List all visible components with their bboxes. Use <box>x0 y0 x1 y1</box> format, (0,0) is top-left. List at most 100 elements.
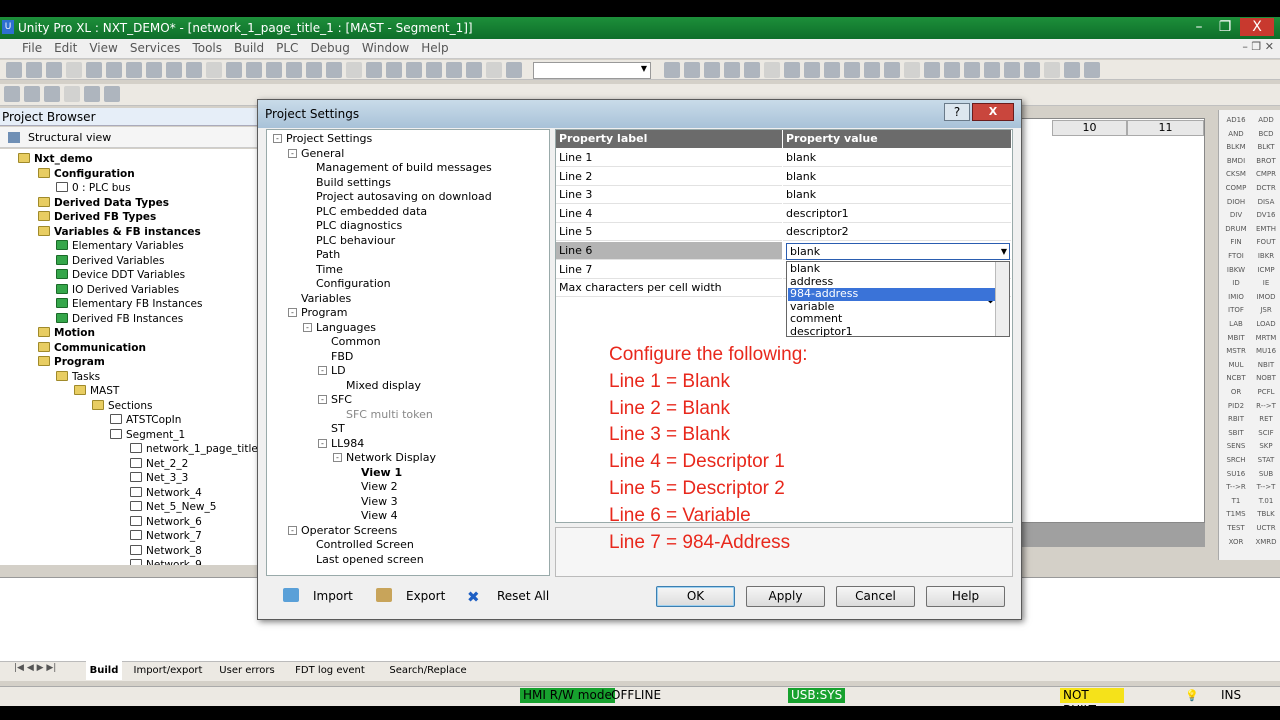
palette-instruction[interactable]: COMP <box>1221 184 1251 192</box>
collapse-toggle-icon[interactable]: - <box>273 134 282 143</box>
settings-tree-node[interactable]: SFC <box>331 393 352 407</box>
toolbar-button-icon[interactable] <box>664 62 680 78</box>
toolbar-button-icon[interactable] <box>64 86 80 102</box>
palette-instruction[interactable]: IE <box>1251 279 1280 287</box>
menu-item-window[interactable]: Window <box>356 39 415 57</box>
ok-button[interactable]: OK <box>656 586 735 607</box>
toolbar-button-icon[interactable] <box>84 86 100 102</box>
palette-instruction[interactable]: AND <box>1221 130 1251 138</box>
output-tab[interactable]: User errors <box>212 661 282 680</box>
palette-instruction[interactable]: SBIT <box>1221 429 1251 437</box>
settings-tree-node[interactable]: LD <box>331 364 346 378</box>
palette-instruction[interactable]: SRCH <box>1221 456 1251 464</box>
chevron-down-icon[interactable]: ▼ <box>1001 244 1007 259</box>
palette-instruction[interactable]: BLKT <box>1251 143 1280 151</box>
toolbar-button-icon[interactable] <box>66 62 82 78</box>
toolbar-button-icon[interactable] <box>104 86 120 102</box>
palette-instruction[interactable]: LAB <box>1221 320 1251 328</box>
palette-instruction[interactable]: IBKW <box>1221 266 1251 274</box>
settings-tree-node[interactable]: Controlled Screen <box>316 538 414 552</box>
minimize-button[interactable]: – <box>1188 18 1210 36</box>
palette-instruction[interactable]: DIOH <box>1221 198 1251 206</box>
property-value-cell[interactable]: blank <box>783 168 1011 186</box>
property-value-cell[interactable]: blank <box>783 149 1011 167</box>
settings-tree-node[interactable]: Variables <box>301 292 351 306</box>
palette-instruction[interactable]: CMPR <box>1251 170 1280 178</box>
palette-instruction[interactable]: FTOI <box>1221 252 1251 260</box>
palette-instruction[interactable]: XMRD <box>1251 538 1280 546</box>
toolbar-button-icon[interactable] <box>446 62 462 78</box>
close-window-button[interactable]: X <box>1240 18 1274 36</box>
palette-instruction[interactable]: EMTH <box>1251 225 1280 233</box>
palette-instruction[interactable]: IBKR <box>1251 252 1280 260</box>
collapse-toggle-icon[interactable]: - <box>333 453 342 462</box>
palette-instruction[interactable]: BROT <box>1251 157 1280 165</box>
mdi-controls[interactable]: – ❐ ✕ <box>1242 40 1274 53</box>
palette-instruction[interactable]: R-->T <box>1251 402 1280 410</box>
settings-tree-node[interactable]: View 4 <box>361 509 398 523</box>
toolbar-button-icon[interactable] <box>704 62 720 78</box>
tree-item[interactable]: Derived Data Types <box>38 196 169 210</box>
toolbar-button-icon[interactable] <box>106 62 122 78</box>
settings-tree-node[interactable]: Program <box>301 306 347 320</box>
line6-value-dropdown[interactable]: blank ▼ <box>786 243 1010 260</box>
menu-item-build[interactable]: Build <box>228 39 270 57</box>
property-value-cell[interactable]: blank <box>783 186 1011 205</box>
palette-instruction[interactable]: T1 <box>1221 497 1251 505</box>
menu-item-help[interactable]: Help <box>415 39 454 57</box>
collapse-toggle-icon[interactable]: - <box>318 395 327 404</box>
settings-tree-node[interactable]: PLC diagnostics <box>316 219 402 233</box>
tree-item[interactable]: Net_3_3 <box>130 471 188 485</box>
toolbar-button-icon[interactable] <box>46 62 62 78</box>
export-button[interactable]: Export <box>376 586 445 606</box>
toolbar-button-icon[interactable] <box>804 62 820 78</box>
toolbar-button-icon[interactable] <box>506 62 522 78</box>
palette-instruction[interactable]: BLKM <box>1221 143 1251 151</box>
palette-instruction[interactable]: NBIT <box>1251 361 1280 369</box>
toolbar-button-icon[interactable] <box>984 62 1000 78</box>
tree-item[interactable]: Derived FB Types <box>38 210 156 224</box>
dropdown-option[interactable]: comment <box>788 312 995 326</box>
ll984-instruction-palette[interactable]: AD16 ADD AND BCD BLKM BLKT BMDI BROT CKSM CMPR COM… <box>1218 110 1280 560</box>
tree-item[interactable]: Elementary Variables <box>56 239 184 253</box>
property-label-cell[interactable]: Max characters per cell width <box>556 279 782 298</box>
toolbar-button-icon[interactable] <box>944 62 960 78</box>
settings-tree-node[interactable]: View 2 <box>361 480 398 494</box>
toolbar-button-icon[interactable] <box>1024 62 1040 78</box>
settings-tree-node[interactable]: Management of build messages <box>316 161 492 175</box>
settings-tree-node[interactable]: PLC behaviour <box>316 234 395 248</box>
palette-instruction[interactable]: TBLK <box>1251 510 1280 518</box>
palette-instruction[interactable]: MUL <box>1221 361 1251 369</box>
settings-tree-node[interactable]: Last opened screen <box>316 553 424 567</box>
settings-tree-node[interactable]: Languages <box>316 321 376 335</box>
tree-item[interactable]: Network_8 <box>130 544 202 558</box>
toolbar-button-icon[interactable] <box>346 62 362 78</box>
toolbar-button-icon[interactable] <box>904 62 920 78</box>
property-label-cell[interactable]: Line 4 <box>556 205 782 223</box>
tree-item[interactable]: Motion <box>38 326 95 340</box>
menu-item-edit[interactable]: Edit <box>48 39 83 57</box>
toolbar-button-icon[interactable] <box>44 86 60 102</box>
dropdown-options-list[interactable]: ⬉ blankaddress984-addressvariablecomment… <box>786 261 1010 337</box>
menu-item-view[interactable]: View <box>83 39 123 57</box>
settings-tree-node[interactable]: General <box>301 147 344 161</box>
dropdown-option[interactable]: blank <box>788 262 995 276</box>
tree-item[interactable]: 0 : PLC bus <box>56 181 131 195</box>
tree-item[interactable]: Network_9 <box>130 558 202 565</box>
property-label-cell[interactable]: Line 6 <box>556 242 782 260</box>
palette-instruction[interactable]: LOAD <box>1251 320 1280 328</box>
toolbar-button-icon[interactable] <box>306 62 322 78</box>
palette-instruction[interactable]: MU16 <box>1251 347 1280 355</box>
collapse-toggle-icon[interactable]: - <box>303 322 312 332</box>
settings-tree-node[interactable]: Time <box>316 263 343 277</box>
output-tab[interactable]: Import/export <box>130 661 206 680</box>
settings-tree-node[interactable]: Build settings <box>316 176 391 190</box>
collapse-toggle-icon[interactable]: - <box>288 525 297 535</box>
settings-tree-node[interactable]: LL984 <box>331 437 364 451</box>
toolbar-button-icon[interactable] <box>1044 62 1060 78</box>
toolbar-button-icon[interactable] <box>326 62 342 78</box>
property-label-cell[interactable]: Line 1 <box>556 149 782 167</box>
palette-instruction[interactable]: SKP <box>1251 442 1280 450</box>
apply-button[interactable]: Apply <box>746 586 825 607</box>
palette-instruction[interactable]: ADD <box>1251 116 1280 124</box>
